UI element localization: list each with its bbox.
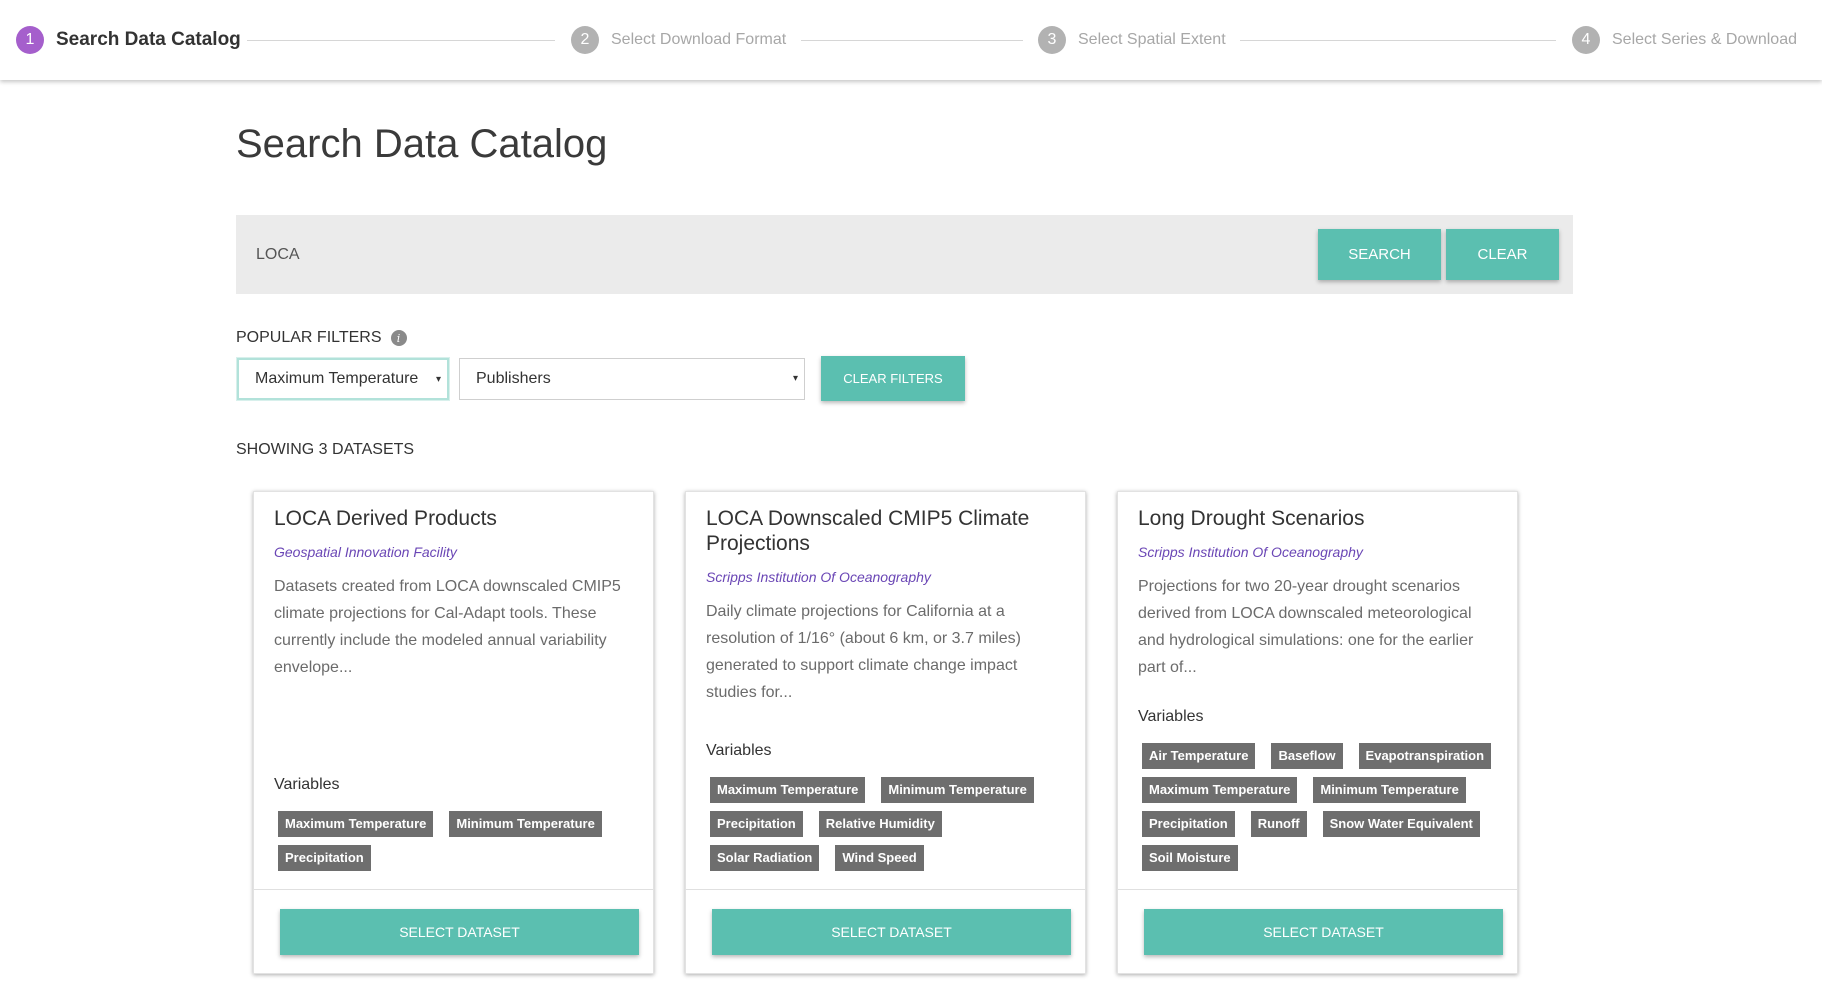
step-label: Select Series & Download xyxy=(1612,31,1797,48)
card-footer: SELECT DATASET xyxy=(1118,889,1517,973)
dataset-title[interactable]: LOCA Downscaled CMIP5 Climate Projection… xyxy=(706,506,1065,556)
clear-button[interactable]: CLEAR xyxy=(1446,229,1559,280)
step-connector xyxy=(801,40,1023,41)
variable-tags: Maximum Temperature Minimum Temperature … xyxy=(274,811,641,879)
variables-section: Variables Maximum Temperature Minimum Te… xyxy=(274,776,641,879)
select-dataset-button[interactable]: SELECT DATASET xyxy=(712,909,1071,955)
card-footer: SELECT DATASET xyxy=(254,889,653,973)
variable-tag: Precipitation xyxy=(278,845,371,871)
variable-tags: Maximum Temperature Minimum Temperature … xyxy=(706,777,1073,879)
variable-tag: Maximum Temperature xyxy=(278,811,434,837)
clear-filters-button[interactable]: CLEAR FILTERS xyxy=(821,356,965,401)
variables-section: Variables Air Temperature Baseflow Evapo… xyxy=(1138,708,1505,879)
dataset-description: Daily climate projections for California… xyxy=(706,603,1021,701)
popular-filters-label: POPULAR FILTERS i xyxy=(236,329,407,347)
select-dataset-button[interactable]: SELECT DATASET xyxy=(1144,909,1503,955)
dataset-publisher: Scripps Institution Of Oceanography xyxy=(706,569,931,585)
variable-tag: Air Temperature xyxy=(1142,743,1256,769)
dataset-description: Projections for two 20-year drought scen… xyxy=(1138,578,1474,676)
variables-title: Variables xyxy=(706,742,772,759)
step-label: Select Download Format xyxy=(611,31,787,48)
variable-tag: Solar Radiation xyxy=(710,845,820,871)
step-spatial-extent[interactable]: 3 Select Spatial Extent xyxy=(1038,26,1226,54)
search-bar: SEARCH CLEAR xyxy=(236,215,1573,294)
variable-filter-select[interactable]: Maximum Temperature ▾ xyxy=(237,358,449,400)
dataset-description: Datasets created from LOCA downscaled CM… xyxy=(274,578,621,676)
variable-tag: Precipitation xyxy=(710,811,803,837)
chevron-down-icon: ▾ xyxy=(435,374,441,385)
step-series-download[interactable]: 4 Select Series & Download xyxy=(1572,26,1797,54)
popular-filters-text: POPULAR FILTERS xyxy=(236,329,382,346)
step-label: Search Data Catalog xyxy=(56,29,241,50)
dataset-title[interactable]: Long Drought Scenarios xyxy=(1138,506,1497,531)
chevron-down-icon: ▾ xyxy=(792,373,798,384)
dataset-card: LOCA Derived Products Geospatial Innovat… xyxy=(253,491,654,974)
step-number: 3 xyxy=(1038,26,1066,54)
progress-stepper: 1 Search Data Catalog 2 Select Download … xyxy=(0,0,1822,80)
variable-tag: Runoff xyxy=(1250,811,1307,837)
select-dataset-button[interactable]: SELECT DATASET xyxy=(280,909,639,955)
step-number: 2 xyxy=(571,26,599,54)
variable-tags: Air Temperature Baseflow Evapotranspirat… xyxy=(1138,743,1505,879)
step-connector xyxy=(247,40,555,41)
step-connector xyxy=(1240,40,1556,41)
dataset-card: LOCA Downscaled CMIP5 Climate Projection… xyxy=(685,491,1086,974)
publisher-filter-value: Publishers xyxy=(476,370,551,387)
info-icon[interactable]: i xyxy=(390,330,407,346)
publisher-filter-select[interactable]: Publishers ▾ xyxy=(459,358,805,400)
page-title: Search Data Catalog xyxy=(236,122,608,166)
variable-tag: Maximum Temperature xyxy=(1142,777,1298,803)
variable-tag: Relative Humidity xyxy=(818,811,942,837)
variables-title: Variables xyxy=(1138,708,1204,725)
results-count: SHOWING 3 DATASETS xyxy=(236,441,415,458)
variable-tag: Evapotranspiration xyxy=(1358,743,1492,769)
variable-tag: Minimum Temperature xyxy=(449,811,602,837)
step-label: Select Spatial Extent xyxy=(1078,31,1226,48)
variable-tag: Baseflow xyxy=(1271,743,1343,769)
variable-tag: Snow Water Equivalent xyxy=(1322,811,1480,837)
dataset-title[interactable]: LOCA Derived Products xyxy=(274,506,633,531)
variable-filter-value: Maximum Temperature xyxy=(255,370,419,387)
variable-tag: Wind Speed xyxy=(835,845,924,871)
card-footer: SELECT DATASET xyxy=(686,889,1085,973)
variable-tag: Precipitation xyxy=(1142,811,1235,837)
step-number: 4 xyxy=(1572,26,1600,54)
variable-tag: Soil Moisture xyxy=(1142,845,1238,871)
variables-section: Variables Maximum Temperature Minimum Te… xyxy=(706,742,1073,879)
dataset-card: Long Drought Scenarios Scripps Instituti… xyxy=(1117,491,1518,974)
variable-tag: Minimum Temperature xyxy=(881,777,1034,803)
search-input[interactable] xyxy=(256,215,1306,294)
step-download-format[interactable]: 2 Select Download Format xyxy=(571,26,786,54)
step-search-catalog[interactable]: 1 Search Data Catalog xyxy=(16,26,241,54)
variables-title: Variables xyxy=(274,776,340,793)
dataset-publisher: Scripps Institution Of Oceanography xyxy=(1138,544,1363,560)
variable-tag: Minimum Temperature xyxy=(1313,777,1466,803)
dataset-publisher: Geospatial Innovation Facility xyxy=(274,544,457,560)
step-number: 1 xyxy=(16,26,44,54)
variable-tag: Maximum Temperature xyxy=(710,777,866,803)
search-button[interactable]: SEARCH xyxy=(1318,229,1441,280)
